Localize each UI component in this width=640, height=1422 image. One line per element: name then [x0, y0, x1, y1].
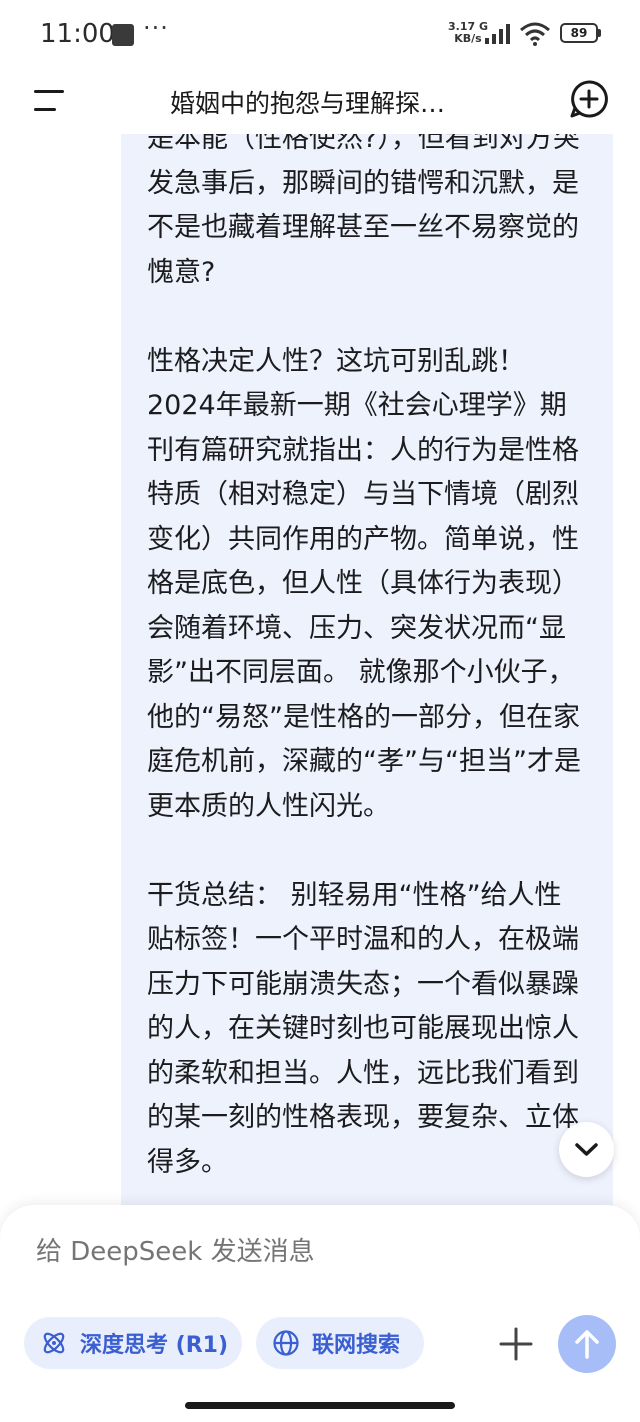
network-speed-unit: KB/s — [454, 32, 482, 45]
notification-icon — [112, 24, 134, 46]
battery-tip — [598, 29, 601, 37]
message-paragraph-3: 干货总结： 别轻易用“性格”给人性贴标签！一个平时温和的人，在极端压力下可能崩溃… — [147, 879, 579, 1178]
web-search-toggle[interactable]: 联网搜索 — [256, 1317, 424, 1369]
home-indicator — [185, 1402, 455, 1409]
status-time: 11:00 — [40, 19, 115, 49]
chat-header: 婚姻中的抱怨与理解探… — [0, 70, 640, 134]
arrow-up-icon — [575, 1330, 599, 1359]
scroll-to-bottom-button[interactable] — [559, 1122, 614, 1177]
message-input[interactable] — [36, 1237, 596, 1267]
message-paragraph-1: 是本能（性格使然?），但看到对方突发急事后，那瞬间的错愕和沉默，是不是也藏着理解… — [147, 134, 580, 288]
plus-icon[interactable] — [494, 1322, 538, 1366]
message-composer: 深度思考 (R1) 联网搜索 — [0, 1205, 640, 1422]
message-text: 是本能（性格使然?），但看到对方突发急事后，那瞬间的错愕和沉默，是不是也藏着理解… — [147, 134, 587, 1214]
battery-level: 89 — [564, 27, 594, 40]
battery-icon: 89 — [560, 23, 598, 43]
wifi-icon — [520, 22, 550, 46]
deepthink-label: 深度思考 (R1) — [80, 1333, 229, 1358]
deepthink-toggle[interactable]: 深度思考 (R1) — [24, 1317, 242, 1369]
message-paragraph-2: 性格决定人性？这坑可别乱跳！2024年最新一期《社会心理学》期刊有篇研究就指出：… — [147, 345, 581, 822]
globe-icon — [273, 1330, 299, 1356]
web-search-label: 联网搜索 — [312, 1333, 401, 1358]
atom-icon — [43, 1332, 65, 1354]
menu-line-bottom — [34, 108, 56, 111]
chevron-down-icon — [575, 1143, 598, 1156]
more-notifications-icon: ··· — [143, 14, 169, 42]
user-message-bubble: 是本能（性格使然?），但看到对方突发急事后，那瞬间的错愕和沉默，是不是也藏着理解… — [121, 134, 613, 1214]
send-button[interactable] — [558, 1315, 616, 1373]
chat-title[interactable]: 婚姻中的抱怨与理解探… — [170, 84, 470, 120]
menu-button[interactable] — [30, 82, 70, 122]
menu-line-top — [34, 90, 64, 93]
new-chat-icon[interactable] — [569, 79, 609, 119]
status-bar: 11:00 ··· 3.17 G KB/s 89 — [0, 0, 640, 70]
signal-icon — [485, 24, 510, 44]
network-speed: 3.17 G KB/s — [448, 21, 488, 45]
